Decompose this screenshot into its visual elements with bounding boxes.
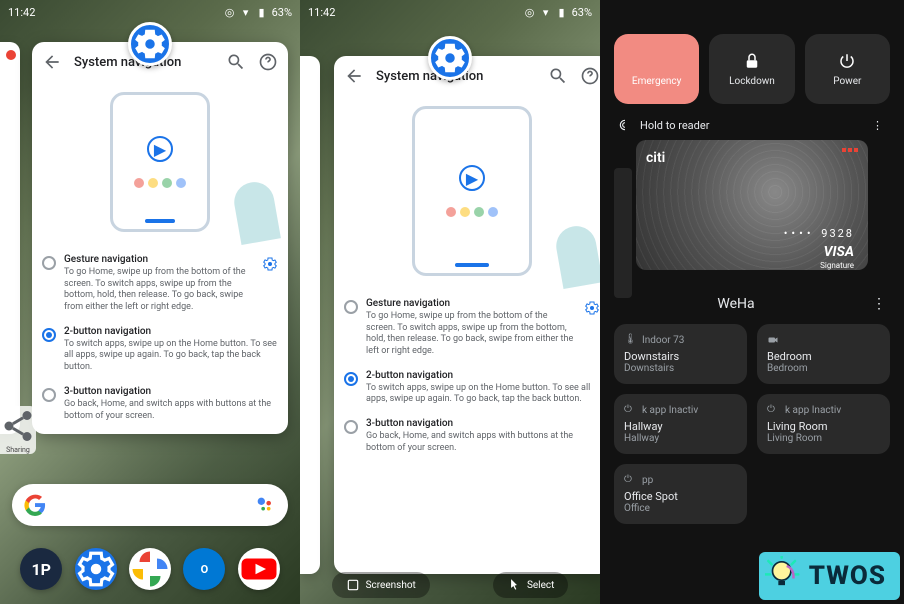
status-bar: 11:42 ◎ ▾ ▮ 63% bbox=[300, 0, 600, 24]
recents-previous-card[interactable] bbox=[300, 56, 320, 574]
wallet-hint: Hold to reader bbox=[640, 119, 709, 132]
phone-screenshot-1: 11:42 ◎ ▾ ▮ 63% System navigation ▶ bbox=[0, 0, 300, 604]
battery-icon: ▮ bbox=[556, 6, 568, 18]
search-icon[interactable] bbox=[548, 66, 568, 86]
gear-icon[interactable] bbox=[584, 300, 600, 316]
navigation-options: Gesture navigation To go Home, swipe up … bbox=[334, 286, 600, 469]
tile-office[interactable]: ⏻pp Office Spot Office bbox=[614, 464, 747, 524]
more-icon[interactable]: ⋮ bbox=[872, 119, 886, 132]
recents-card-settings[interactable]: System navigation ▶ Gesture navigation T… bbox=[334, 56, 600, 574]
dock-photos-icon[interactable] bbox=[129, 548, 171, 590]
nav-option-gesture[interactable]: Gesture navigation To go Home, swipe up … bbox=[344, 292, 600, 364]
tile-camera[interactable]: Bedroom Bedroom bbox=[757, 324, 890, 384]
home-name-row: WeHa ⋮ bbox=[600, 280, 904, 324]
hand-illustration bbox=[553, 223, 600, 289]
dock-youtube-icon[interactable] bbox=[238, 548, 280, 590]
wifi-icon: ▾ bbox=[540, 6, 552, 18]
nav-option-three-button[interactable]: 3-button navigation Go back, Home, and s… bbox=[344, 412, 600, 460]
device-tiles: 🌡Indoor 73 Downstairs Downstairs Bedroom… bbox=[600, 324, 904, 524]
wallet-card[interactable]: citi •••• 9328 VISA Signature bbox=[636, 140, 868, 270]
battery-icon: ▮ bbox=[256, 6, 268, 18]
status-time: 11:42 bbox=[308, 6, 335, 19]
lockdown-button[interactable]: Lockdown bbox=[709, 34, 794, 104]
google-search-bar[interactable] bbox=[12, 484, 288, 526]
settings-app-icon[interactable] bbox=[428, 36, 472, 80]
play-icon[interactable]: ▶ bbox=[459, 165, 485, 191]
card-network: VISA bbox=[824, 244, 854, 260]
sharing-tile[interactable]: Sharing bbox=[0, 406, 36, 454]
tile-thermostat[interactable]: 🌡Indoor 73 Downstairs Downstairs bbox=[614, 324, 747, 384]
search-icon[interactable] bbox=[226, 52, 246, 72]
asterisk-icon bbox=[648, 52, 666, 70]
navigation-preview-illustration: ▶ bbox=[32, 82, 288, 242]
power-icon: ⏻ bbox=[767, 404, 779, 416]
nav-option-two-button[interactable]: 2-button navigation To switch apps, swip… bbox=[42, 320, 278, 380]
avatar-icon bbox=[4, 48, 18, 62]
nfc-icon bbox=[618, 118, 632, 132]
screenshot-button[interactable]: Screenshot bbox=[332, 572, 430, 598]
privacy-dot-icon: ◎ bbox=[224, 6, 236, 18]
radio-selected[interactable] bbox=[344, 372, 358, 386]
tile-hallway[interactable]: ⏻k app Inactiv Hallway Hallway bbox=[614, 394, 747, 454]
thermometer-icon: 🌡 bbox=[624, 334, 636, 346]
power-icon: ⏻ bbox=[624, 474, 636, 486]
radio-unselected[interactable] bbox=[42, 256, 56, 270]
lock-icon bbox=[743, 52, 761, 70]
home-name: WeHa bbox=[717, 296, 754, 312]
wallet-hint-row: Hold to reader ⋮ bbox=[600, 114, 904, 140]
battery-percent: 63% bbox=[572, 6, 592, 19]
sharing-label: Sharing bbox=[6, 446, 30, 454]
card-tier: Signature bbox=[820, 261, 854, 270]
help-icon[interactable] bbox=[580, 66, 600, 86]
radio-unselected[interactable] bbox=[344, 300, 358, 314]
privacy-dot-icon: ◎ bbox=[524, 6, 536, 18]
watermark-text: TWOS bbox=[809, 561, 886, 591]
back-icon[interactable] bbox=[344, 66, 364, 86]
help-icon[interactable] bbox=[258, 52, 278, 72]
status-bar: 11:42 ◎ ▾ ▮ 63% bbox=[0, 0, 300, 24]
dock-settings-icon[interactable] bbox=[75, 548, 117, 590]
nav-option-gesture[interactable]: Gesture navigation To go Home, swipe up … bbox=[42, 248, 278, 320]
recents-actions: Screenshot Select bbox=[300, 572, 600, 598]
radio-selected[interactable] bbox=[42, 328, 56, 342]
power-icon: ⏻ bbox=[624, 404, 636, 416]
battery-percent: 63% bbox=[272, 6, 292, 19]
power-icon bbox=[838, 52, 856, 70]
select-button[interactable]: Select bbox=[493, 572, 568, 598]
power-menu-screenshot: Emergency Lockdown Power Hold to reader … bbox=[600, 0, 904, 604]
tile-living-room[interactable]: ⏻k app Inactiv Living Room Living Room bbox=[757, 394, 890, 454]
power-button[interactable]: Power bbox=[805, 34, 890, 104]
card-last4: 9328 bbox=[821, 227, 854, 240]
google-g-icon bbox=[24, 494, 46, 516]
assistant-mic-icon[interactable] bbox=[254, 494, 276, 516]
power-buttons: Emergency Lockdown Power bbox=[600, 0, 904, 114]
more-icon[interactable]: ⋮ bbox=[872, 296, 886, 312]
dock-outlook-icon[interactable]: O bbox=[183, 548, 225, 590]
hand-illustration bbox=[231, 179, 281, 245]
status-time: 11:42 bbox=[8, 6, 35, 19]
card-brand: citi bbox=[646, 150, 858, 166]
twos-watermark: TWOS bbox=[759, 552, 900, 600]
radio-unselected[interactable] bbox=[344, 420, 358, 434]
navigation-preview-illustration: ▶ bbox=[334, 96, 600, 286]
nav-option-three-button[interactable]: 3-button navigation Go back, Home, and s… bbox=[42, 380, 278, 428]
nav-option-two-button[interactable]: 2-button navigation To switch apps, swip… bbox=[344, 364, 600, 412]
settings-app-icon[interactable] bbox=[128, 22, 172, 66]
wallet-card-previous[interactable] bbox=[614, 168, 632, 298]
wifi-icon: ▾ bbox=[240, 6, 252, 18]
radio-unselected[interactable] bbox=[42, 388, 56, 402]
card-costco-dots bbox=[842, 148, 858, 152]
dock-1password-icon[interactable]: 1P bbox=[20, 548, 62, 590]
camera-icon bbox=[767, 334, 779, 346]
recents-previous-card[interactable] bbox=[0, 42, 20, 434]
dock: 1P O bbox=[0, 548, 300, 590]
recents-card-settings[interactable]: System navigation ▶ Gesture navigation T… bbox=[32, 42, 288, 434]
emergency-button[interactable]: Emergency bbox=[614, 34, 699, 104]
gear-icon[interactable] bbox=[262, 256, 278, 272]
navigation-options: Gesture navigation To go Home, swipe up … bbox=[32, 242, 288, 434]
play-icon[interactable]: ▶ bbox=[147, 136, 173, 162]
phone-screenshot-2: 11:42 ◎ ▾ ▮ 63% System navigation ▶ bbox=[300, 0, 600, 604]
back-icon[interactable] bbox=[42, 52, 62, 72]
lightbulb-icon bbox=[765, 556, 805, 596]
